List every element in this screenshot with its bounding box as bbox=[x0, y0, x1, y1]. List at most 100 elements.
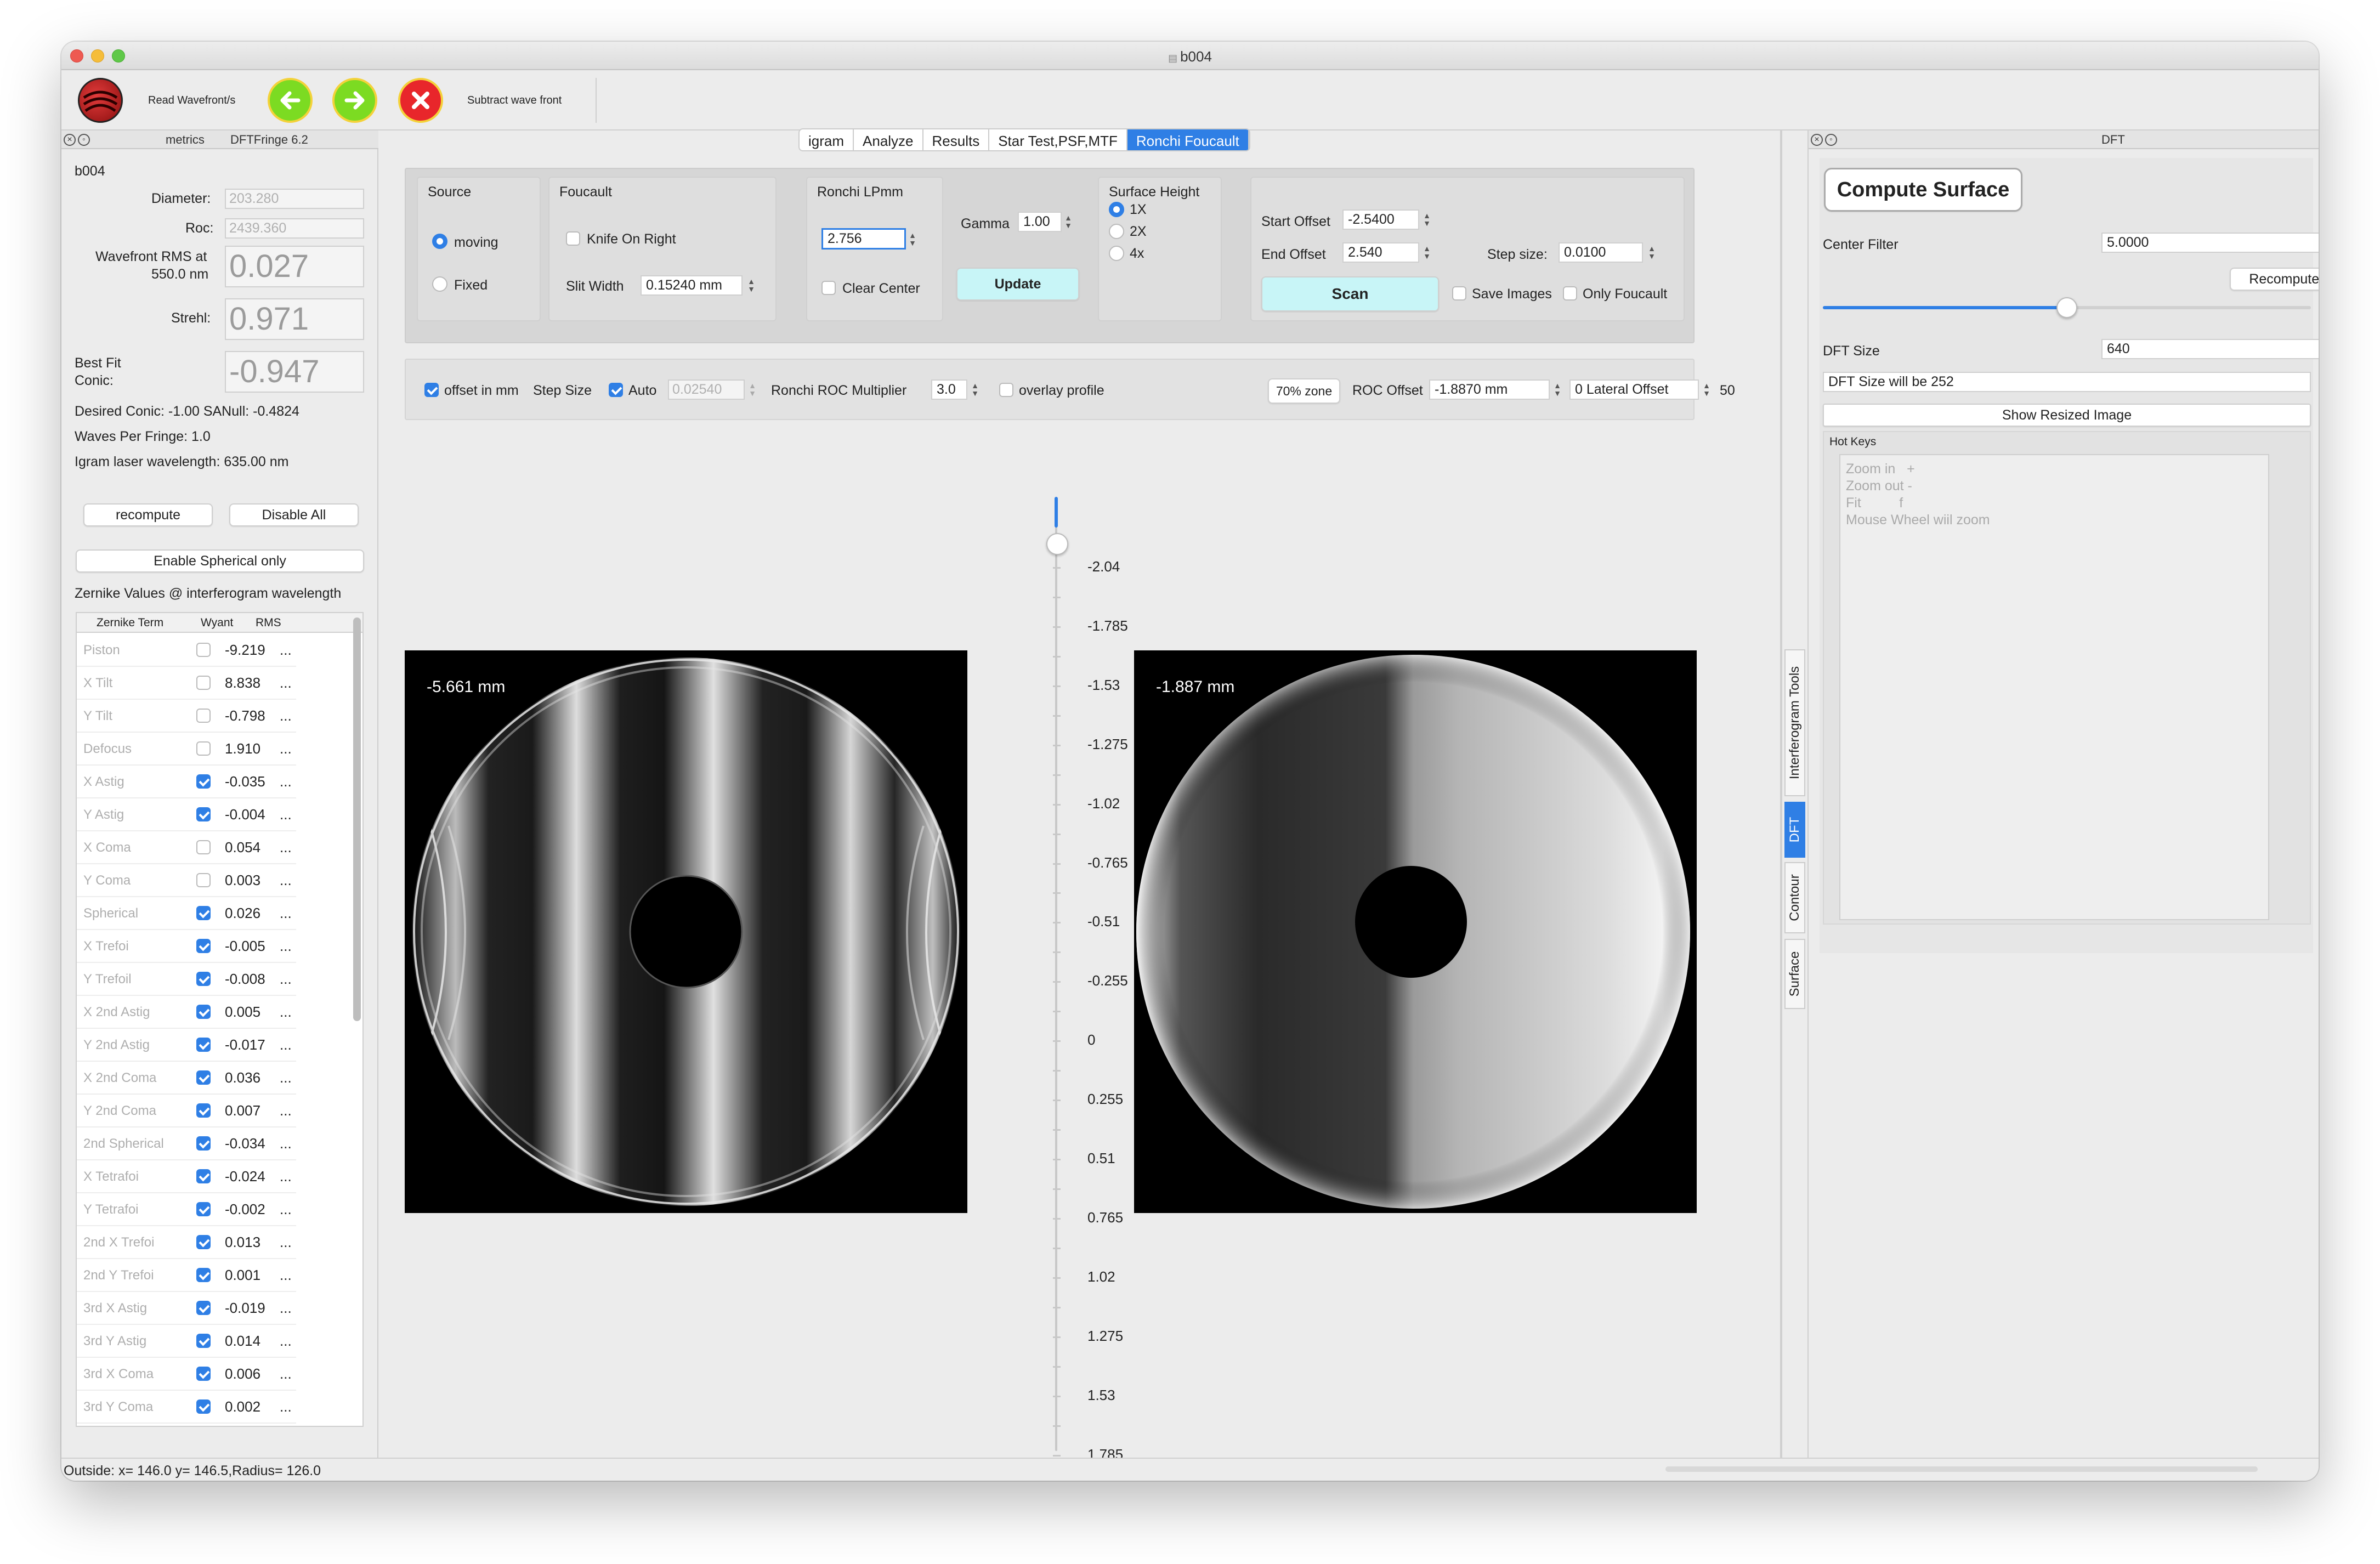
zernike-row[interactable]: 3rd X Coma 0.006... bbox=[77, 1358, 296, 1391]
ronchi-image[interactable]: -5.661 mm bbox=[405, 650, 967, 1213]
roc-offset-input[interactable]: -1.8870 mm bbox=[1429, 379, 1550, 400]
logo-icon[interactable] bbox=[78, 78, 123, 123]
roc-offset-stepper[interactable]: ▲ ▼ bbox=[1552, 382, 1563, 397]
zernike-enable-checkbox[interactable] bbox=[196, 1136, 211, 1151]
zernike-row[interactable]: X 2nd Astig 0.005... bbox=[77, 996, 296, 1029]
zernike-row[interactable]: X Coma 0.054... bbox=[77, 831, 296, 864]
start-offset-stepper[interactable]: ▲ ▼ bbox=[1421, 212, 1432, 227]
float-panel-icon[interactable]: ◦ bbox=[1825, 134, 1837, 146]
zernike-enable-checkbox[interactable] bbox=[196, 1367, 211, 1381]
col-zernike-term[interactable]: Zernike Term bbox=[97, 616, 163, 630]
tab-star-test-psf-mtf[interactable]: Star Test,PSF,MTF bbox=[989, 129, 1127, 150]
tab-ronchi-foucault[interactable]: Ronchi Foucault bbox=[1127, 129, 1249, 150]
show-resized-button[interactable]: Show Resized Image bbox=[1823, 404, 2311, 427]
end-offset-input[interactable]: 2.540 bbox=[1342, 242, 1419, 263]
tab-dft[interactable]: DFT bbox=[1784, 802, 1805, 858]
zernike-row[interactable]: X Tetrafoi -0.024... bbox=[77, 1160, 296, 1193]
slit-width-input[interactable]: 0.15240 mm bbox=[641, 275, 743, 296]
tab-contour[interactable]: Contour bbox=[1784, 862, 1805, 933]
compute-surface-button[interactable]: Compute Surface bbox=[1824, 168, 2022, 212]
zernike-enable-checkbox[interactable] bbox=[196, 873, 211, 887]
step-size-input[interactable]: 0.0100 bbox=[1559, 242, 1643, 263]
recompute-dft-button[interactable]: Recompute DFT bbox=[2230, 268, 2319, 291]
zernike-enable-checkbox[interactable] bbox=[196, 1202, 211, 1216]
zone-70-button[interactable]: 70% zone bbox=[1268, 378, 1340, 404]
zernike-enable-checkbox[interactable] bbox=[196, 1301, 211, 1315]
foucault-image[interactable]: -1.887 mm bbox=[1134, 650, 1697, 1213]
zernike-enable-checkbox[interactable] bbox=[196, 1070, 211, 1085]
zernike-enable-checkbox[interactable] bbox=[196, 1334, 211, 1348]
zernike-enable-checkbox[interactable] bbox=[196, 807, 211, 821]
save-images-checkbox[interactable] bbox=[1452, 286, 1466, 301]
zernike-enable-checkbox[interactable] bbox=[196, 972, 211, 986]
only-foucault-checkbox[interactable] bbox=[1563, 286, 1577, 301]
start-offset-input[interactable]: -2.5400 bbox=[1342, 209, 1419, 230]
zernike-enable-checkbox[interactable] bbox=[196, 676, 211, 690]
step-size-stepper[interactable]: ▲ ▼ bbox=[1646, 245, 1657, 260]
zernike-row[interactable]: X Astig -0.035... bbox=[77, 766, 296, 798]
roc-slider-thumb[interactable] bbox=[1046, 533, 1068, 555]
lpmm-stepper[interactable]: ▲ ▼ bbox=[907, 231, 918, 247]
diameter-field[interactable]: 203.280 bbox=[225, 189, 364, 209]
disable-all-button[interactable]: Disable All bbox=[229, 503, 359, 526]
zernike-enable-checkbox[interactable] bbox=[196, 840, 211, 854]
fixed-radio[interactable] bbox=[432, 276, 447, 292]
zernike-row[interactable]: 3rd X Astig -0.019... bbox=[77, 1292, 296, 1325]
zernike-enable-checkbox[interactable] bbox=[196, 1268, 211, 1282]
zernike-row[interactable]: X Trefoi -0.005... bbox=[77, 930, 296, 963]
zernike-row[interactable]: Defocus 1.910... bbox=[77, 733, 296, 766]
zernike-enable-checkbox[interactable] bbox=[196, 906, 211, 920]
overlay-profile-checkbox[interactable] bbox=[999, 383, 1013, 397]
panel-splitter[interactable] bbox=[1780, 131, 1782, 1458]
center-filter-slider-thumb[interactable] bbox=[2056, 297, 2077, 318]
roc-multiplier-stepper[interactable]: ▲ ▼ bbox=[970, 382, 981, 397]
auto-step-field[interactable]: 0.02540 bbox=[668, 379, 745, 400]
zernike-enable-checkbox[interactable] bbox=[196, 1038, 211, 1052]
zernike-row[interactable]: Y Coma 0.003... bbox=[77, 864, 296, 897]
roc-multiplier-input[interactable]: 3.0 bbox=[931, 379, 967, 400]
update-button[interactable]: Update bbox=[956, 268, 1079, 301]
zernike-row[interactable]: Y Astig -0.004... bbox=[77, 798, 296, 831]
zernike-row[interactable]: 2nd Spherical -0.034... bbox=[77, 1127, 296, 1160]
dft-size-input[interactable]: 640 bbox=[2101, 339, 2319, 359]
recompute-button[interactable]: recompute bbox=[83, 503, 213, 526]
zernike-enable-checkbox[interactable] bbox=[196, 643, 211, 657]
close-panel-icon[interactable]: × bbox=[64, 134, 76, 146]
zernike-row[interactable]: X 2nd Coma 0.036... bbox=[77, 1062, 296, 1095]
zernike-enable-checkbox[interactable] bbox=[196, 1399, 211, 1414]
zernike-row[interactable]: Y 2nd Astig -0.017... bbox=[77, 1029, 296, 1062]
center-filter-input[interactable]: 5.0000 bbox=[2101, 233, 2319, 253]
zernike-row[interactable]: Y Trefoil -0.008... bbox=[77, 963, 296, 996]
zernike-enable-checkbox[interactable] bbox=[196, 1235, 211, 1249]
slit-width-stepper[interactable]: ▲ ▼ bbox=[746, 277, 757, 293]
read-wavefront-button[interactable]: Read Wavefront/s bbox=[148, 94, 235, 107]
zernike-row[interactable]: Y Tilt -0.798... bbox=[77, 700, 296, 733]
zernike-row[interactable]: 2nd Y Trefoi 0.001... bbox=[77, 1259, 296, 1292]
zernike-enable-checkbox[interactable] bbox=[196, 1169, 211, 1183]
arrow-right-icon[interactable] bbox=[332, 78, 377, 123]
zernike-enable-checkbox[interactable] bbox=[196, 709, 211, 723]
tab-analyze[interactable]: Analyze bbox=[854, 129, 923, 150]
col-rms[interactable]: RMS bbox=[256, 616, 281, 630]
zernike-row[interactable]: 2nd X Trefoi 0.013... bbox=[77, 1226, 296, 1259]
lateral-offset-stepper[interactable]: ▲ ▼ bbox=[1701, 382, 1712, 397]
zernike-row[interactable]: Piston -9.219... bbox=[77, 634, 296, 667]
zernike-enable-checkbox[interactable] bbox=[196, 774, 211, 789]
clear-center-checkbox[interactable] bbox=[821, 281, 836, 295]
zernike-row[interactable]: Spherical 0.026... bbox=[77, 897, 296, 930]
zernike-enable-checkbox[interactable] bbox=[196, 741, 211, 756]
status-scroll-track[interactable] bbox=[1665, 1466, 2258, 1472]
auto-checkbox[interactable] bbox=[609, 383, 623, 397]
offset-mm-checkbox[interactable] bbox=[424, 383, 439, 397]
lpmm-input[interactable]: 2.756 bbox=[821, 228, 906, 250]
tab-igram[interactable]: igram bbox=[800, 129, 854, 150]
auto-step-stepper[interactable]: ▲ ▼ bbox=[747, 382, 758, 397]
zernike-row[interactable]: Y 2nd Coma 0.007... bbox=[77, 1095, 296, 1127]
tab-results[interactable]: Results bbox=[923, 129, 990, 150]
zernike-enable-checkbox[interactable] bbox=[196, 1005, 211, 1019]
tab-surface[interactable]: Surface bbox=[1784, 939, 1805, 1009]
scan-button[interactable]: Scan bbox=[1261, 276, 1439, 311]
knife-right-checkbox[interactable] bbox=[566, 231, 580, 246]
enable-spherical-button[interactable]: Enable Spherical only bbox=[76, 549, 364, 573]
gamma-input[interactable]: 1.00 bbox=[1018, 212, 1062, 232]
